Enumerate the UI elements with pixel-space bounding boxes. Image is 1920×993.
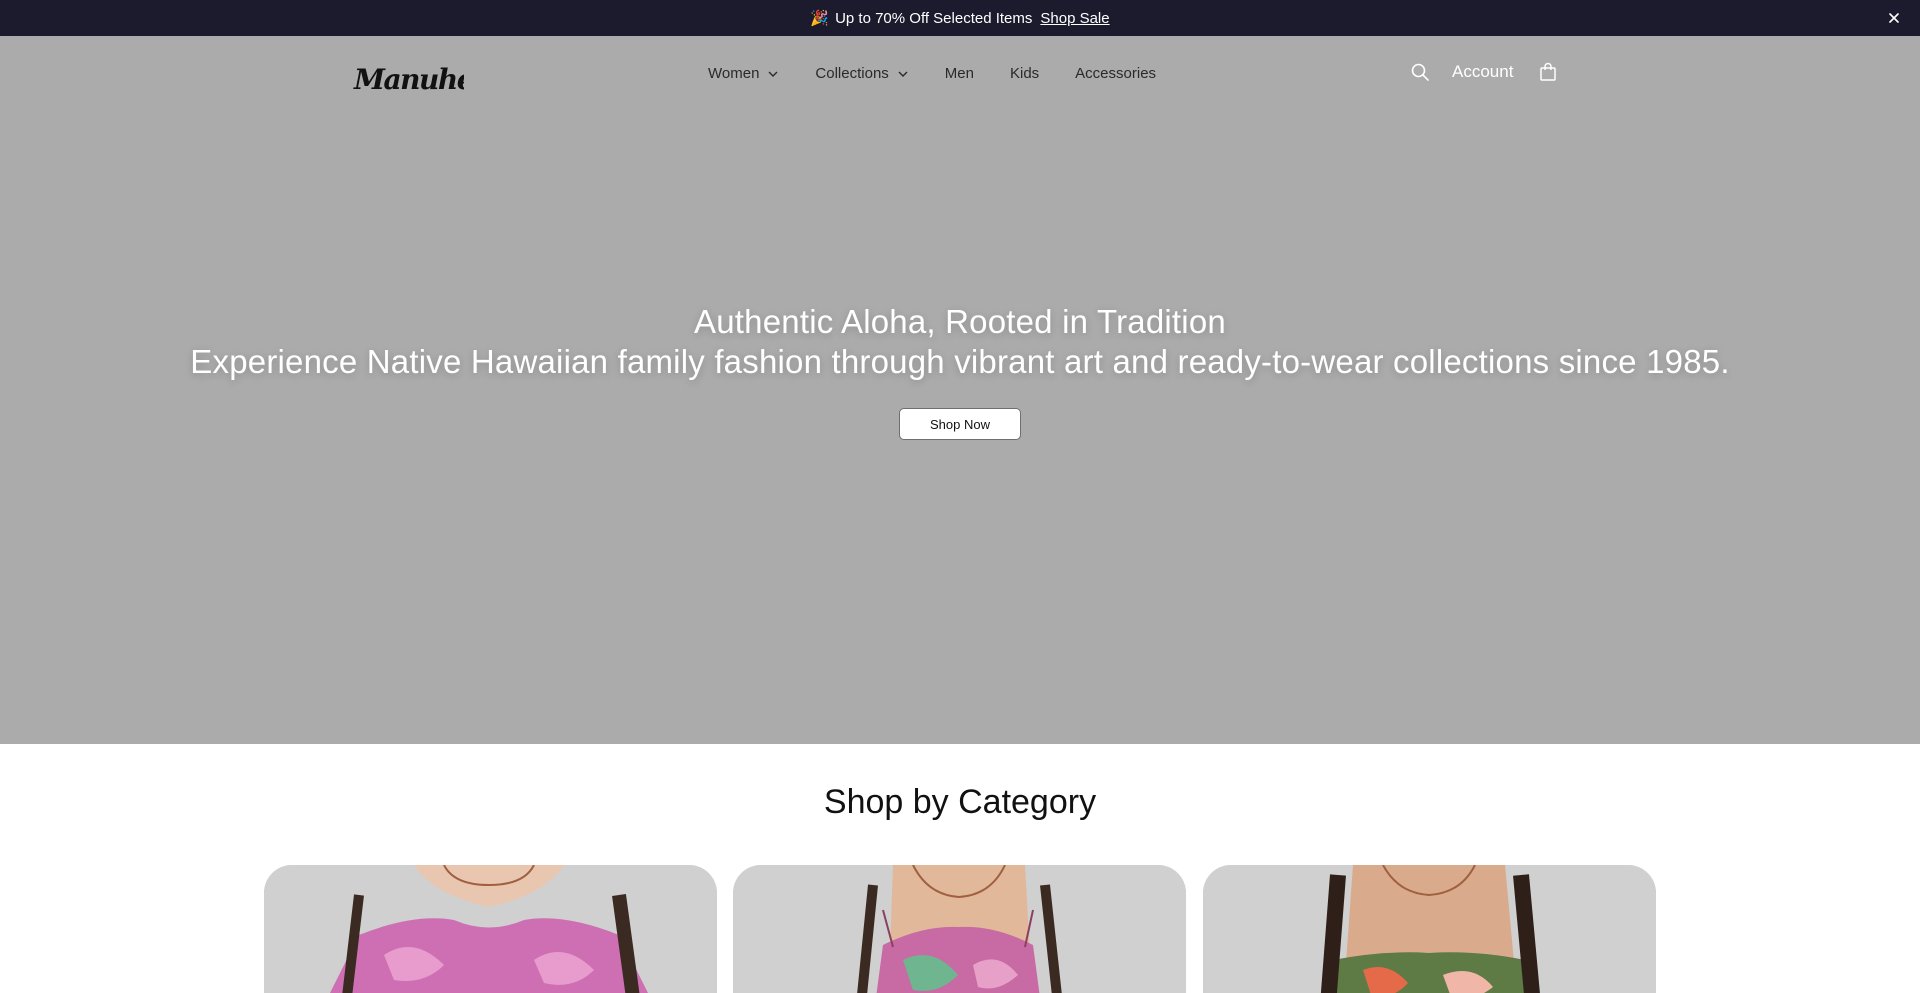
search-icon[interactable] xyxy=(1410,62,1430,82)
nav-accessories-label: Accessories xyxy=(1075,65,1157,82)
header-utilities: Account xyxy=(1410,62,1557,82)
category-image xyxy=(264,865,717,993)
category-card[interactable] xyxy=(733,865,1186,993)
bag-icon[interactable] xyxy=(1539,62,1557,82)
close-icon[interactable] xyxy=(1884,8,1904,28)
nav-collections[interactable]: Collections xyxy=(815,65,908,82)
chevron-down-icon xyxy=(768,71,778,77)
nav-kids[interactable]: Kids xyxy=(1010,65,1039,82)
nav-kids-label: Kids xyxy=(1009,65,1040,82)
category-card[interactable] xyxy=(1203,865,1656,993)
nav-women-label: Women xyxy=(708,65,760,82)
account-link[interactable]: Account xyxy=(1452,62,1513,82)
nav-men-label: Men xyxy=(944,65,974,82)
category-card[interactable] xyxy=(264,865,717,993)
site-header: Manuheali'i Women Collections Men Kids A… xyxy=(0,36,1920,116)
announcement-bar: 🎉 Up to 70% Off Selected Items Shop Sale xyxy=(0,0,1920,36)
hero-banner xyxy=(0,36,1920,744)
section-heading: Shop by Category xyxy=(823,783,1097,821)
nav-women[interactable]: Women xyxy=(708,65,779,82)
chevron-down-icon xyxy=(898,71,908,77)
hero-title: Authentic Aloha, Rooted in Tradition xyxy=(694,303,1226,340)
main-nav: Women Collections Men Kids Accessories xyxy=(708,65,1156,82)
nav-men[interactable]: Men xyxy=(945,65,974,82)
shop-now-button[interactable]: Shop Now xyxy=(899,408,1021,440)
announcement-text: Up to 70% Off Selected Items xyxy=(835,9,1033,27)
category-image xyxy=(1203,865,1656,993)
hero-subtitle: Experience Native Hawaiian family fashio… xyxy=(190,343,1730,380)
party-emoji: 🎉 xyxy=(810,10,830,27)
hero-text: Authentic Aloha, Rooted in Tradition Exp… xyxy=(0,302,1920,382)
logo[interactable]: Manuheali'i xyxy=(352,56,527,98)
nav-collections-label: Collections xyxy=(815,65,889,82)
logo-text: Manuheali'i xyxy=(353,63,464,96)
shop-sale-link[interactable]: Shop Sale xyxy=(1040,10,1109,27)
category-image xyxy=(733,865,1186,993)
nav-accessories[interactable]: Accessories xyxy=(1075,65,1156,82)
